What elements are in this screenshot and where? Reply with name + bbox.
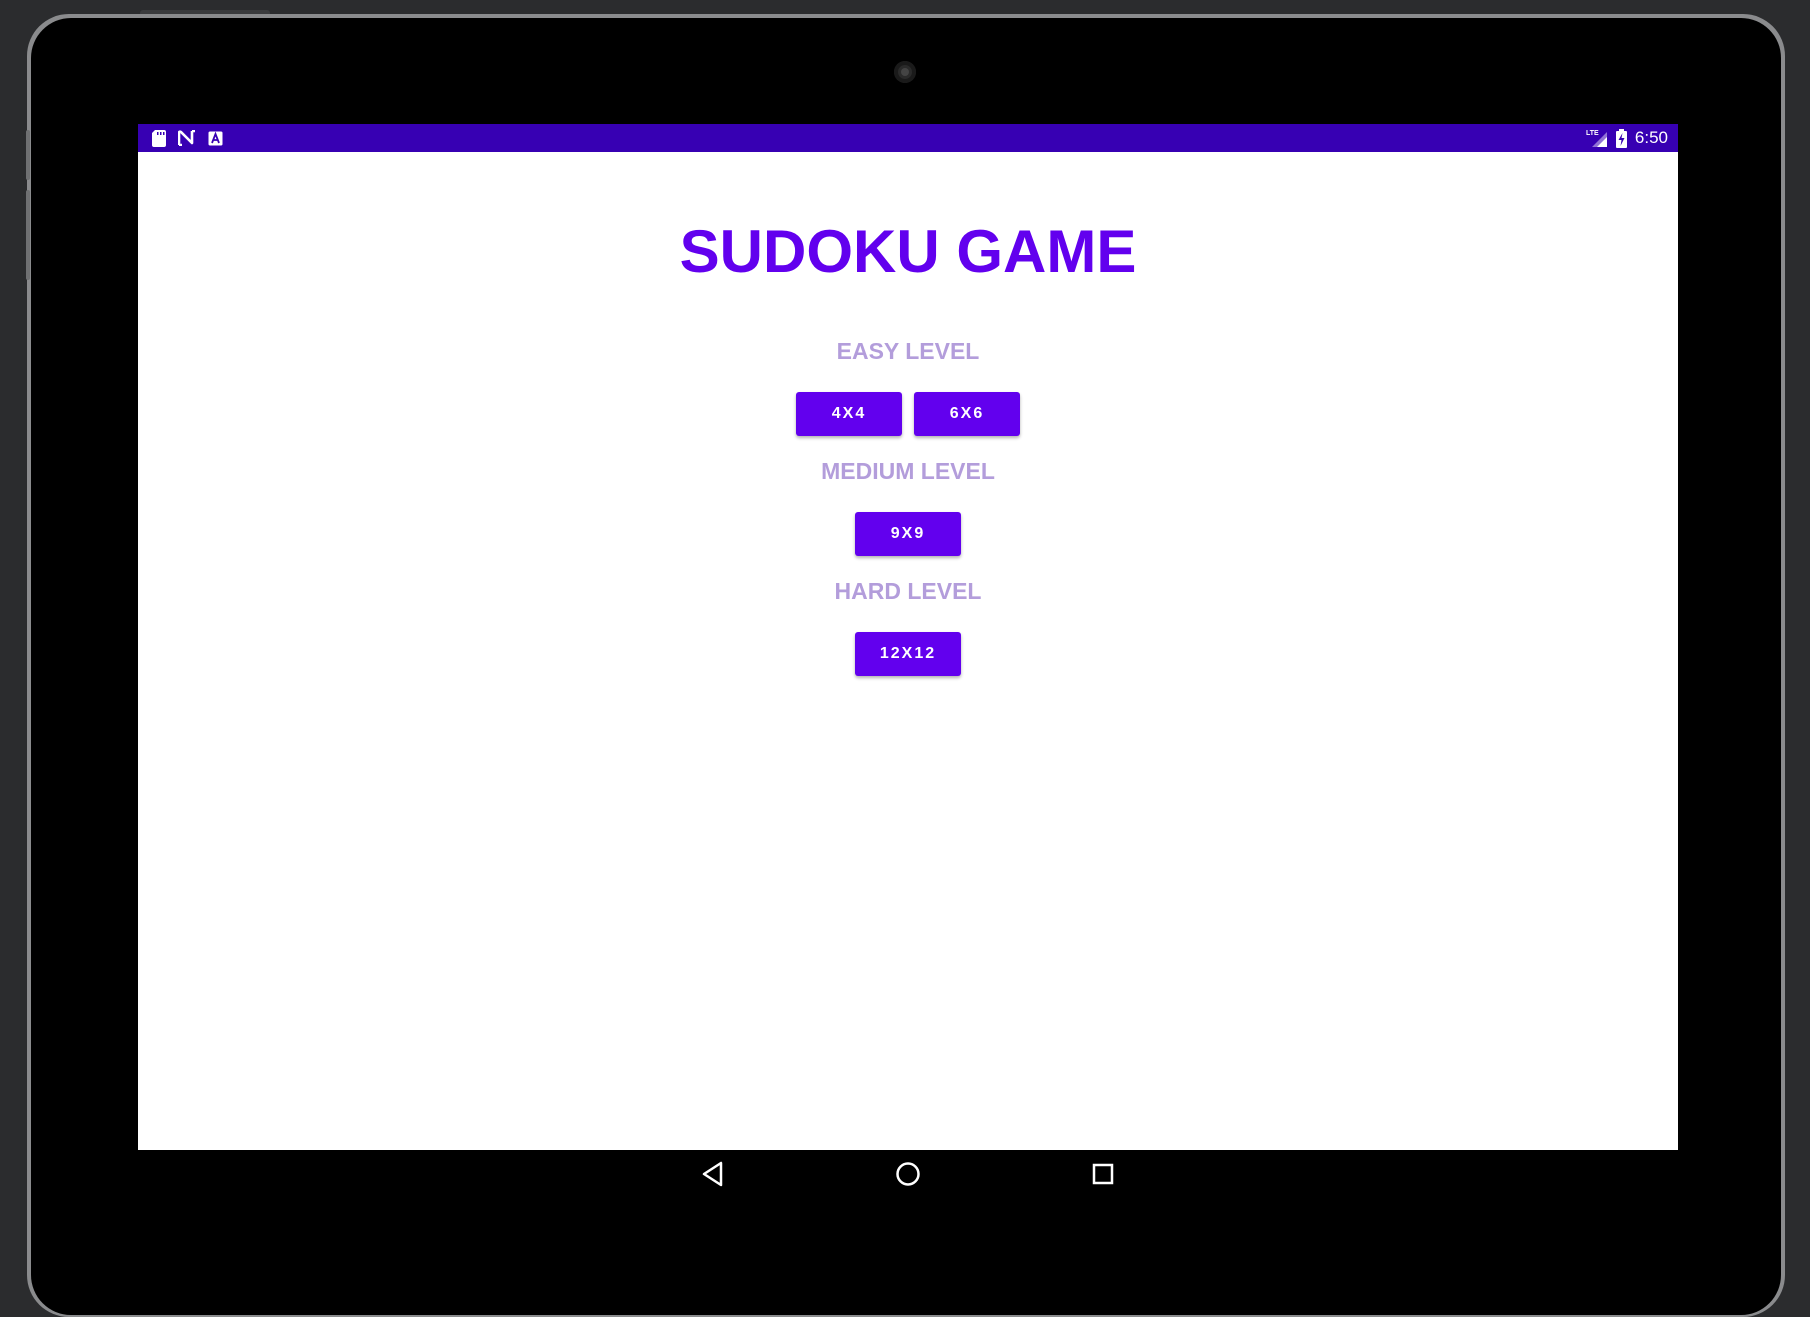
battery-charging-icon <box>1615 128 1627 148</box>
device-screen: LTE 6:50 SUDOKU GAME EASY LEVEL 4X4 6X6 … <box>138 124 1678 1150</box>
easy-6x6-button[interactable]: 6X6 <box>914 392 1020 436</box>
page-title: SUDOKU GAME <box>679 218 1137 285</box>
nav-home-button[interactable] <box>894 1160 922 1193</box>
medium-9x9-button[interactable]: 9X9 <box>855 512 961 556</box>
easy-4x4-button[interactable]: 4X4 <box>796 392 902 436</box>
nav-back-button[interactable] <box>700 1160 728 1193</box>
front-camera <box>894 61 916 83</box>
nav-recents-button[interactable] <box>1089 1160 1117 1193</box>
volume-button[interactable] <box>26 190 30 280</box>
home-icon <box>896 1162 920 1186</box>
hard-12x12-button[interactable]: 12X12 <box>855 632 961 676</box>
easy-level-label: EASY LEVEL <box>836 338 980 364</box>
status-system: LTE 6:50 <box>1586 124 1668 152</box>
status-clock: 6:50 <box>1634 128 1668 147</box>
sd-card-icon <box>152 129 166 147</box>
status-bar: LTE 6:50 <box>138 124 1678 152</box>
svg-text:LTE: LTE <box>1586 130 1599 137</box>
n-notification-icon <box>178 130 196 146</box>
medium-level-label: MEDIUM LEVEL <box>821 458 995 484</box>
power-button[interactable] <box>26 130 30 180</box>
hard-level-label: HARD LEVEL <box>834 578 982 604</box>
recents-icon <box>1092 1163 1114 1185</box>
lte-signal-icon: LTE <box>1586 128 1608 148</box>
a-notification-icon <box>208 131 223 146</box>
back-icon <box>702 1161 723 1187</box>
status-notifications <box>152 128 223 148</box>
